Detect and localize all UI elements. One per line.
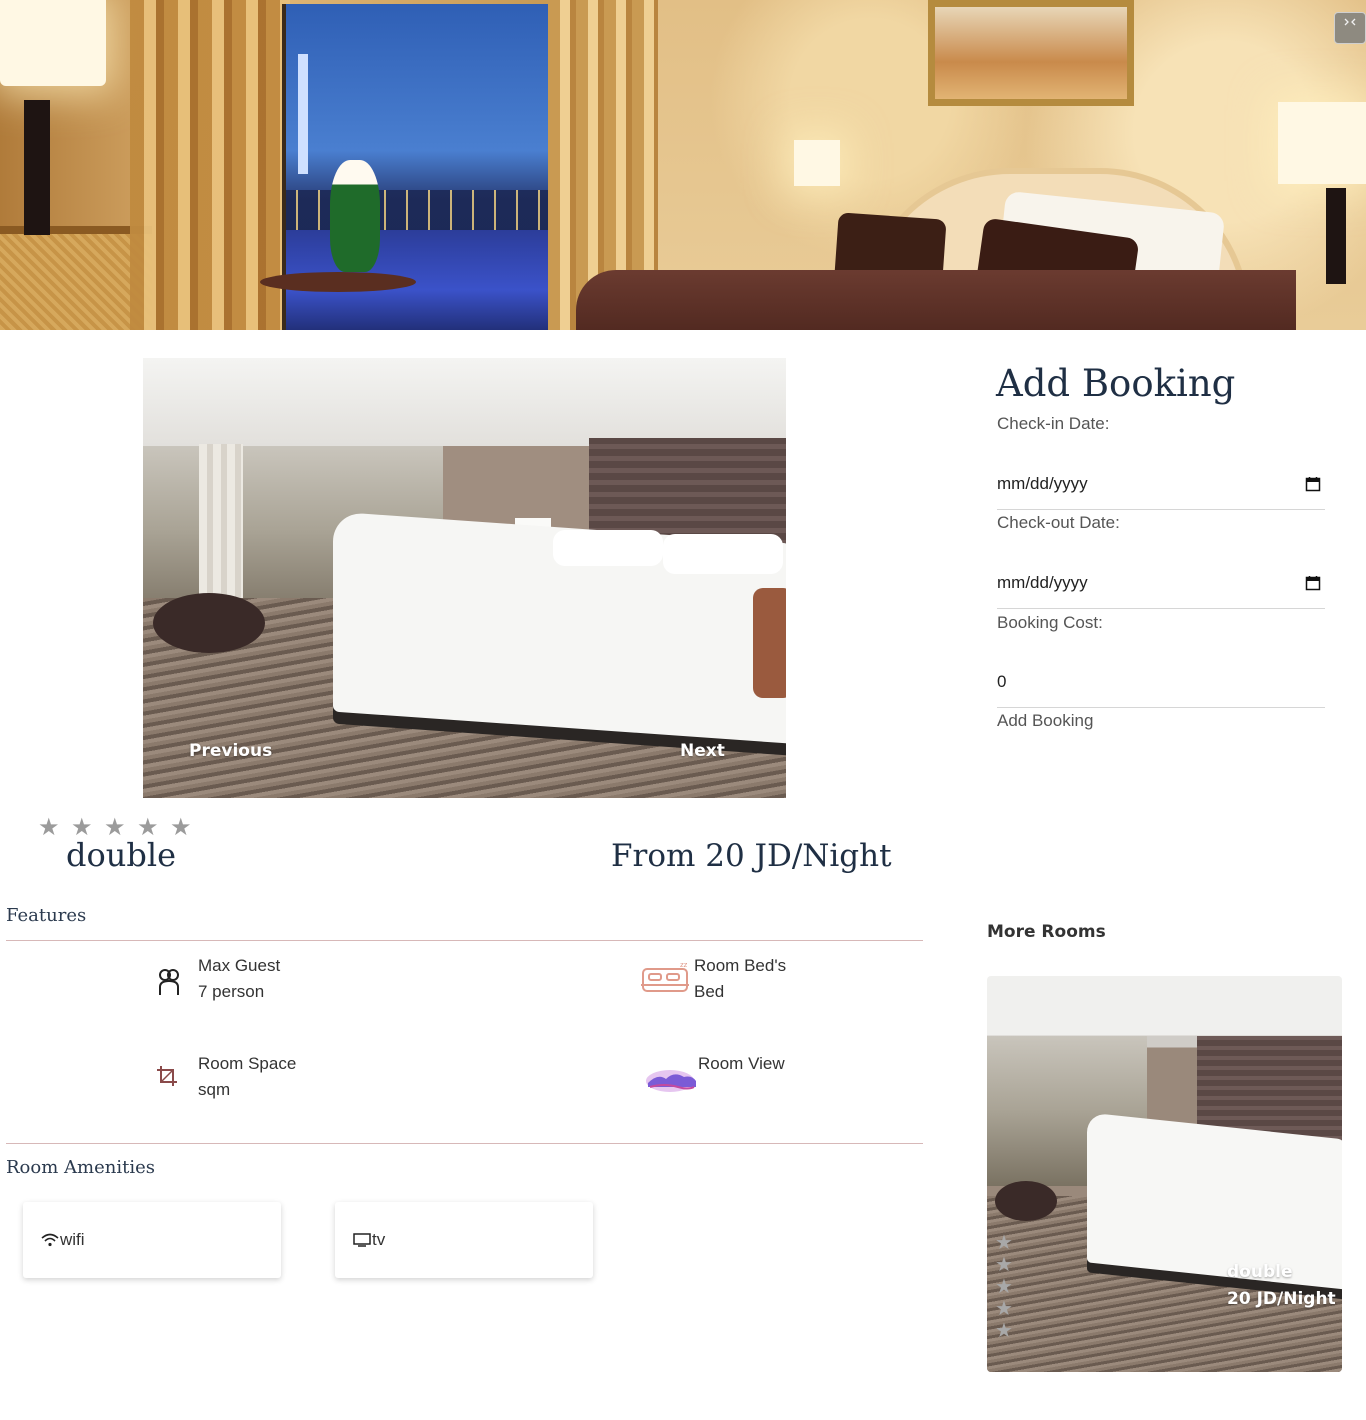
amenities-heading: Room Amenities: [6, 1157, 155, 1178]
more-room-name: double: [1227, 1262, 1293, 1282]
amenities-divider: [6, 1143, 923, 1144]
room-price: From 20 JD/Night: [611, 838, 892, 874]
hero-lamp-stand-right: [1326, 188, 1346, 284]
checkout-date-input[interactable]: mm/dd/yyyy: [997, 557, 1325, 609]
feature-label: Max Guest: [198, 956, 281, 975]
room-image-carousel: Previous Next: [143, 358, 786, 798]
hero-lamp-right: [1278, 102, 1366, 184]
feature-room-space-text: Room Space sqm: [198, 1051, 358, 1103]
hero-lamp-left: [0, 0, 106, 86]
feature-room-view-text: Room View: [698, 1051, 858, 1077]
booking-cost-value: 0: [997, 671, 1007, 691]
features-heading: Features: [6, 905, 87, 926]
carousel-ceiling: [143, 358, 786, 446]
checkout-date-placeholder: mm/dd/yyyy: [997, 572, 1088, 592]
star-icon: ★: [995, 1274, 1013, 1298]
booking-cost-input[interactable]: 0: [997, 656, 1325, 708]
more-room-rating: ★ ★ ★ ★ ★: [995, 1232, 1013, 1341]
amenity-card-wifi: wifi: [23, 1202, 281, 1278]
checkin-label: Check-in Date:: [997, 414, 1110, 433]
checkin-date-placeholder: mm/dd/yyyy: [997, 473, 1088, 493]
svg-text:zz: zz: [680, 961, 688, 969]
calendar-icon[interactable]: [1305, 476, 1321, 492]
checkin-date-input[interactable]: mm/dd/yyyy: [997, 458, 1325, 510]
hero-wall-painting: [928, 0, 1134, 106]
feature-label: Room Bed's: [694, 956, 787, 975]
feature-value: Bed: [694, 982, 725, 1001]
carousel-next-button[interactable]: Next: [680, 741, 725, 761]
bed-icon: zz: [641, 961, 689, 992]
more-room-price: 20 JD/Night: [1227, 1289, 1336, 1309]
hero-table: [260, 272, 416, 292]
star-icon: ★: [995, 1318, 1013, 1342]
expand-icon-glyph: [1344, 18, 1356, 26]
hero-vase: [330, 160, 380, 272]
carousel-pillow-1: [553, 530, 663, 566]
wifi-icon: [41, 1233, 59, 1247]
expand-icon[interactable]: [1334, 12, 1366, 44]
crop-icon: [157, 1066, 177, 1086]
cost-label: Booking Cost:: [997, 613, 1103, 632]
tv-icon: [353, 1233, 371, 1247]
more-rooms-heading: More Rooms: [987, 922, 1106, 942]
hero-bed: [576, 270, 1296, 330]
star-icon: ★: [38, 813, 60, 841]
star-icon: ★: [995, 1230, 1013, 1254]
hero-lamp-stand-left: [24, 100, 50, 235]
more-room-bed: [1087, 1112, 1342, 1290]
carousel-chair: [753, 588, 786, 698]
amenity-label: wifi: [60, 1230, 85, 1249]
room-name: double: [66, 836, 177, 874]
carousel-previous-button[interactable]: Previous: [189, 741, 272, 761]
feature-room-beds-text: Room Bed's Bed: [694, 953, 854, 1005]
feature-label: Room View: [698, 1054, 785, 1073]
add-booking-button[interactable]: Add Booking: [997, 711, 1093, 731]
feature-value: sqm: [198, 1080, 231, 1099]
carousel-side-table: [153, 593, 265, 653]
amenity-card-tv: tv: [335, 1202, 593, 1278]
feature-max-guest-text: Max Guest 7 person: [198, 953, 358, 1005]
more-room-card[interactable]: ★ ★ ★ ★ ★ double 20 JD/Night: [987, 976, 1342, 1372]
star-icon: ★: [995, 1296, 1013, 1320]
hero-lamp-middle: [794, 140, 840, 186]
features-divider: [6, 940, 923, 941]
hero-tower: [298, 54, 308, 174]
feature-value: 7 person: [198, 982, 265, 1001]
more-room-side-table: [995, 1181, 1057, 1221]
amenity-label: tv: [372, 1230, 386, 1249]
carousel-pillow-2: [663, 534, 783, 574]
landscape-icon: [646, 1070, 696, 1092]
feature-label: Room Space: [198, 1054, 297, 1073]
person-icon: [159, 969, 179, 995]
hero-city-lights: [286, 190, 550, 230]
star-icon: ★: [995, 1252, 1013, 1276]
checkout-label: Check-out Date:: [997, 513, 1120, 532]
calendar-icon[interactable]: [1305, 575, 1321, 591]
booking-heading: Add Booking: [996, 362, 1236, 405]
hero-banner: [0, 0, 1366, 330]
